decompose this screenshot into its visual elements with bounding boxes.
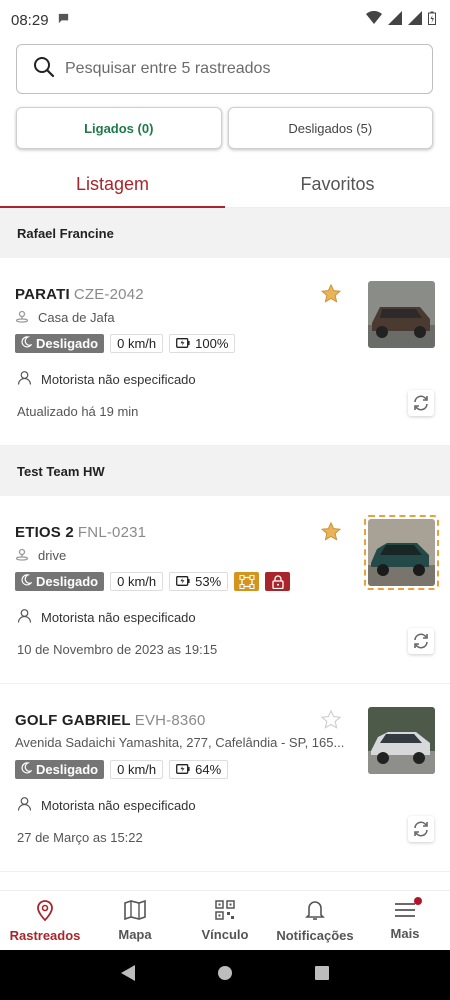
nav-notificacoes[interactable]: Notificações <box>270 891 360 950</box>
vehicle-card[interactable]: GOLF GABRIEL EVH-8360 Avenida Sadaichi Ya… <box>0 684 450 872</box>
signal-2-icon <box>408 11 422 29</box>
map-pin-icon <box>35 899 55 924</box>
battery-chip: 100% <box>169 334 236 353</box>
speed-value: 0 km/h <box>117 574 157 589</box>
refresh-button[interactable] <box>408 390 434 416</box>
vehicle-location: Avenida Sadaichi Yamashita, 277, Cafelân… <box>15 735 345 750</box>
menu-icon <box>394 901 416 922</box>
favorite-star-icon[interactable] <box>320 283 342 310</box>
status-bar: 08:29 <box>0 0 450 40</box>
moon-icon <box>20 762 33 777</box>
nav-label: Notificações <box>276 927 354 943</box>
speed-value: 0 km/h <box>117 336 157 351</box>
updated-timestamp: 10 de Novembro de 2023 as 19:15 <box>17 642 218 657</box>
home-icon[interactable] <box>217 965 233 986</box>
vehicle-plate: CZE-2042 <box>73 286 144 303</box>
favorite-star-icon[interactable] <box>320 521 342 548</box>
nav-label: Vínculo <box>201 926 249 942</box>
vehicle-list: Rafael Francine PARATI CZE-2042 Casa de J… <box>0 208 450 872</box>
speed-chip: 0 km/h <box>110 572 164 591</box>
group-header: Test Team HW <box>0 446 450 496</box>
refresh-button[interactable] <box>408 628 434 654</box>
chat-notification-icon <box>57 12 70 29</box>
vehicle-location: drive <box>38 548 67 563</box>
location-pin-icon <box>15 547 29 564</box>
qr-code-icon <box>215 899 235 923</box>
tab-bar: Listagem Favoritos <box>0 162 450 208</box>
vehicle-plate: FNL-0231 <box>77 524 147 541</box>
driver-label: Motorista não especificado <box>41 371 196 387</box>
driver-label: Motorista não especificado <box>41 797 196 813</box>
nav-label: Mais <box>390 925 420 941</box>
vehicle-card[interactable]: PARATI CZE-2042 Casa de Jafa Desligado 0 … <box>0 258 450 446</box>
status-badge: Desligado <box>15 760 105 779</box>
status-label: Desligado <box>36 762 99 777</box>
back-icon[interactable] <box>120 964 136 987</box>
notification-dot <box>414 897 422 905</box>
vehicle-name: GOLF GABRIEL <box>15 712 131 729</box>
wifi-icon <box>366 10 382 29</box>
lock-icon <box>265 572 291 591</box>
nav-label: Rastreados <box>9 927 81 943</box>
clock: 08:29 <box>11 11 49 29</box>
battery-charge-icon <box>176 574 190 589</box>
geofence-icon <box>234 572 260 591</box>
speed-chip: 0 km/h <box>110 334 164 353</box>
refresh-button[interactable] <box>408 816 434 842</box>
map-icon <box>124 899 146 923</box>
search-input[interactable] <box>65 60 395 78</box>
vehicle-plate: EVH-8360 <box>134 712 206 729</box>
nav-label: Mapa <box>118 926 152 942</box>
status-badge: Desligado <box>15 572 105 591</box>
person-icon <box>17 608 32 626</box>
filter-off-button[interactable]: Desligados (5) <box>227 107 433 149</box>
power-filter: Ligados (0) Desligados (5) <box>16 107 433 149</box>
status-badge: Desligado <box>15 334 105 353</box>
battery-value: 64% <box>195 762 222 777</box>
status-label: Desligado <box>36 574 99 589</box>
vehicle-photo[interactable] <box>368 707 435 774</box>
signal-icon <box>388 11 402 29</box>
battery-charge-icon <box>176 762 190 777</box>
moon-icon <box>20 574 33 589</box>
filter-on-button[interactable]: Ligados (0) <box>16 107 222 149</box>
driver-label: Motorista não especificado <box>41 609 196 625</box>
group-header: Rafael Francine <box>0 208 450 258</box>
person-icon <box>17 370 32 388</box>
nav-mais[interactable]: Mais <box>360 891 450 950</box>
location-pin-icon <box>15 309 29 326</box>
vehicle-card[interactable]: ETIOS 2 FNL-0231 drive Desligado 0 km/h 5… <box>0 496 450 684</box>
bell-icon <box>305 899 325 924</box>
updated-timestamp: 27 de Março as 15:22 <box>17 830 143 845</box>
battery-chip: 64% <box>169 760 229 779</box>
battery-icon <box>428 11 436 29</box>
vehicle-location: Casa de Jafa <box>38 310 115 325</box>
speed-chip: 0 km/h <box>110 760 164 779</box>
tab-listagem[interactable]: Listagem <box>0 162 225 208</box>
nav-rastreados[interactable]: Rastreados <box>0 891 90 950</box>
favorite-star-outline-icon[interactable] <box>320 709 342 736</box>
battery-chip: 53% <box>169 572 229 591</box>
vehicle-photo[interactable] <box>368 519 435 586</box>
recents-icon[interactable] <box>314 965 330 986</box>
tab-favoritos[interactable]: Favoritos <box>225 162 450 208</box>
search-box[interactable] <box>16 44 433 94</box>
nav-mapa[interactable]: Mapa <box>90 891 180 950</box>
battery-charge-icon <box>176 336 190 351</box>
bottom-nav: Rastreados Mapa Vínculo Notificações Mai… <box>0 890 450 950</box>
updated-timestamp: Atualizado há 19 min <box>17 404 139 419</box>
vehicle-name: ETIOS 2 <box>15 524 74 541</box>
speed-value: 0 km/h <box>117 762 157 777</box>
search-icon <box>33 56 55 83</box>
battery-value: 100% <box>195 336 229 351</box>
status-label: Desligado <box>36 336 99 351</box>
person-icon <box>17 796 32 814</box>
moon-icon <box>20 336 33 351</box>
vehicle-photo[interactable] <box>368 281 435 348</box>
nav-vinculo[interactable]: Vínculo <box>180 891 270 950</box>
system-nav-bar <box>0 950 450 1000</box>
battery-value: 53% <box>195 574 222 589</box>
vehicle-name: PARATI <box>15 286 70 303</box>
